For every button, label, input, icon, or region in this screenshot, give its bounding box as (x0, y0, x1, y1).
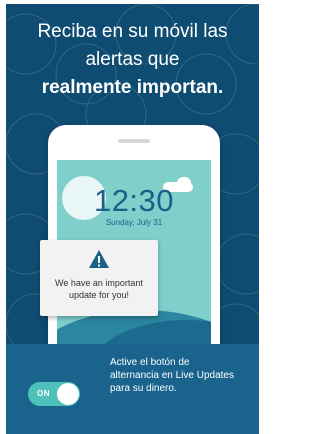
toggle-label: ON (37, 389, 50, 398)
promo-screen: Reciba en su móvil las alertas que realm… (0, 0, 265, 434)
live-updates-toggle[interactable]: ON (28, 382, 80, 406)
headline: Reciba en su móvil las alertas que realm… (6, 18, 259, 102)
instruction-bar: ON Active el botón de alternancia en Liv… (6, 344, 259, 434)
notification-text: We have an important update for you! (55, 278, 143, 300)
headline-line-2: alertas que (85, 49, 180, 70)
toggle-knob (57, 383, 79, 405)
notification-card: We have an important update for you! (40, 240, 158, 316)
lockscreen-date: Sunday, July 31 (105, 218, 163, 227)
instruction-text: Active el botón de alternancia en Live U… (110, 357, 234, 394)
phone-speaker (118, 139, 150, 143)
promo-panel: Reciba en su móvil las alertas que realm… (6, 4, 259, 434)
headline-line-3: realmente importan. (41, 77, 224, 98)
warning-icon (89, 250, 109, 268)
lockscreen-time: 12:30 (93, 183, 175, 218)
headline-line-1: Reciba en su móvil las (37, 21, 228, 42)
